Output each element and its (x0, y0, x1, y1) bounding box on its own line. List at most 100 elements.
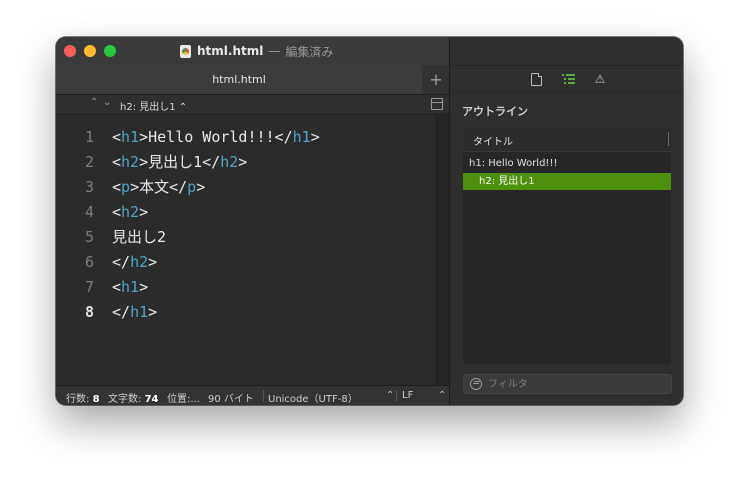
code-text: 見出し2 (112, 228, 167, 246)
code-tag-name: h2 (130, 253, 149, 271)
code-tag-name: h1 (121, 128, 140, 146)
tab-label: html.html (212, 73, 266, 86)
code-text: > (139, 203, 149, 221)
code-text: < (112, 203, 122, 221)
code-text: < (112, 128, 122, 146)
split-editor-icon[interactable] (431, 98, 443, 110)
previous-item-chevron-icon[interactable]: ⌃ (90, 97, 98, 108)
editor-scrollbar[interactable] (436, 115, 450, 385)
code-editor[interactable]: 1 <h1>Hello World!!!</h1> 2 <h2>見出し1</h2> 3 <… (56, 115, 436, 385)
line-number: 3 (84, 178, 94, 196)
code-tag-name: p (187, 178, 197, 196)
encoding-popup-arrows-icon[interactable]: ⌃ (386, 390, 394, 401)
inspector-pane: ⚠ アウトライン タイトル h1: Hello World!!! h2: 見出し… (449, 37, 683, 405)
inspector-divider (450, 92, 683, 93)
line-number: 8 (84, 303, 94, 321)
inspector-tab-bar: ⚠ (450, 66, 683, 92)
line-number: 1 (84, 128, 94, 146)
outline-item-h1[interactable]: h1: Hello World!!! (463, 155, 671, 172)
line-number: 7 (84, 278, 94, 296)
code-text: > (148, 303, 158, 321)
outline-list-icon (561, 73, 575, 85)
code-text: > (238, 153, 248, 171)
code-tag-name: h1 (130, 303, 149, 321)
warning-icon: ⚠ (594, 72, 606, 86)
code-tag-name: h2 (220, 153, 239, 171)
code-text: > (139, 278, 149, 296)
code-text: >見出し1</ (139, 153, 221, 171)
code-line[interactable]: </h2> (112, 250, 157, 275)
line-count-value: 8 (92, 394, 100, 405)
code-line[interactable]: <h1>Hello World!!!</h1> (112, 125, 320, 150)
char-count-label: 文字数: (108, 394, 142, 405)
zoom-window-button[interactable] (104, 45, 116, 57)
outline-item-label: h2: 見出し1 (479, 176, 535, 187)
line-count-label: 行数: (66, 394, 90, 405)
status-divider (396, 390, 397, 402)
editor-pane: html.html — 編集済み html.html + ⌃ ⌄ h2: 見出し… (56, 37, 450, 405)
code-tag-name: h2 (121, 203, 140, 221)
char-count: 文字数: 74 (108, 390, 158, 405)
add-tab-button[interactable]: + (423, 65, 449, 94)
document-inspector-tab[interactable] (528, 71, 544, 87)
code-line[interactable]: <h1> (112, 275, 148, 300)
tab-bar: html.html + (56, 65, 449, 95)
line-ending-popup[interactable]: LF (402, 390, 413, 401)
title-bar[interactable]: html.html — 編集済み (56, 37, 449, 65)
window-title: html.html — 編集済み (180, 43, 333, 59)
filter-input[interactable] (488, 377, 663, 391)
outline-section-title: アウトライン (462, 105, 528, 118)
line-number: 2 (84, 153, 94, 171)
outline-item-h2[interactable]: h2: 見出し1 (463, 173, 671, 190)
inspector-title-area (450, 37, 683, 66)
code-line[interactable]: <h2> (112, 200, 148, 225)
outline-item-label: h1: Hello World!!! (469, 158, 558, 169)
close-window-button[interactable] (64, 45, 76, 57)
document-icon (530, 72, 542, 86)
code-text: >Hello World!!!</ (139, 128, 293, 146)
status-divider (263, 390, 264, 402)
encoding-popup[interactable]: Unicode（UTF-8） (268, 390, 358, 405)
editor-window: html.html — 編集済み html.html + ⌃ ⌄ h2: 見出し… (56, 37, 683, 405)
file-size: 90 バイト (208, 394, 254, 405)
outline-inspector-tab[interactable] (560, 71, 576, 87)
outline-list[interactable]: タイトル h1: Hello World!!! h2: 見出し1 (463, 127, 671, 364)
code-line[interactable]: <p>本文</p> (112, 175, 205, 200)
line-number: 6 (84, 253, 94, 271)
next-item-chevron-icon[interactable]: ⌄ (103, 97, 111, 108)
minimize-window-button[interactable] (84, 45, 96, 57)
line-number: 4 (84, 203, 94, 221)
column-resize-handle[interactable] (668, 132, 669, 146)
outline-column-header[interactable]: タイトル (463, 127, 671, 152)
code-text: </ (112, 303, 131, 321)
code-tag-name: p (121, 178, 131, 196)
code-text: < (112, 278, 122, 296)
code-line[interactable]: <h2>見出し1</h2> (112, 150, 247, 175)
outline-filter[interactable] (463, 374, 672, 394)
line-count: 行数: 8 (66, 390, 100, 405)
code-text: < (112, 178, 122, 196)
code-line[interactable]: 見出し2 (112, 225, 166, 250)
warnings-inspector-tab[interactable]: ⚠ (592, 71, 608, 87)
status-bar: 行数: 8 文字数: 74 位置:... 90 バイト Unicode（UTF-… (56, 385, 449, 405)
code-tag-name: h2 (121, 153, 140, 171)
outline-breadcrumb-popup[interactable]: h2: 見出し1 ⌃ (120, 98, 187, 113)
filter-icon (470, 378, 482, 390)
navigation-bar: ⌃ ⌄ h2: 見出し1 ⌃ (56, 95, 449, 115)
title-edited-status: 編集済み (285, 44, 334, 59)
code-line[interactable]: </h1> (112, 300, 157, 325)
title-separator: — (268, 44, 281, 58)
code-text: >本文</ (130, 178, 188, 196)
tab-html-html[interactable]: html.html (56, 65, 422, 94)
line-number: 5 (84, 228, 94, 246)
html-document-icon (180, 44, 191, 58)
code-text: > (196, 178, 206, 196)
code-tag-name: h1 (292, 128, 311, 146)
line-ending-popup-arrows-icon[interactable]: ⌃ (438, 390, 446, 401)
outline-column-title: タイトル (473, 137, 513, 148)
code-text: > (148, 253, 158, 271)
code-tag-name: h1 (121, 278, 140, 296)
code-text: < (112, 153, 122, 171)
cursor-position: 位置:... (167, 394, 200, 405)
char-count-value: 74 (144, 394, 159, 405)
